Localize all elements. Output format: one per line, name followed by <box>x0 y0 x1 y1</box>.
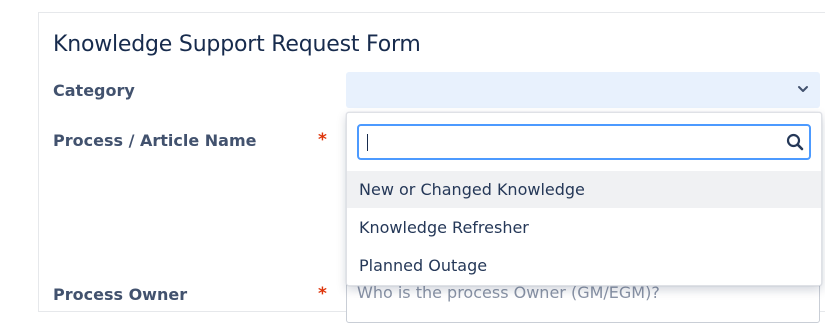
option-planned-outage[interactable]: Planned Outage <box>347 247 821 284</box>
chevron-down-icon <box>798 86 808 92</box>
required-marker: * <box>318 284 327 304</box>
process-article-name-label: Process / Article Name <box>53 131 257 150</box>
search-icon <box>786 133 804 151</box>
option-new-or-changed-knowledge[interactable]: New or Changed Knowledge <box>347 171 821 208</box>
required-marker: * <box>318 130 327 150</box>
text-cursor <box>367 134 368 151</box>
form-title: Knowledge Support Request Form <box>53 32 421 57</box>
option-knowledge-refresher[interactable]: Knowledge Refresher <box>347 209 821 246</box>
category-label: Category <box>53 81 135 100</box>
category-select[interactable] <box>346 72 820 108</box>
category-dropdown-menu: New or Changed Knowledge Knowledge Refre… <box>346 112 822 286</box>
category-search-input[interactable] <box>357 124 811 160</box>
process-owner-field[interactable]: Who is the process Owner (GM/EGM)? <box>346 283 820 323</box>
